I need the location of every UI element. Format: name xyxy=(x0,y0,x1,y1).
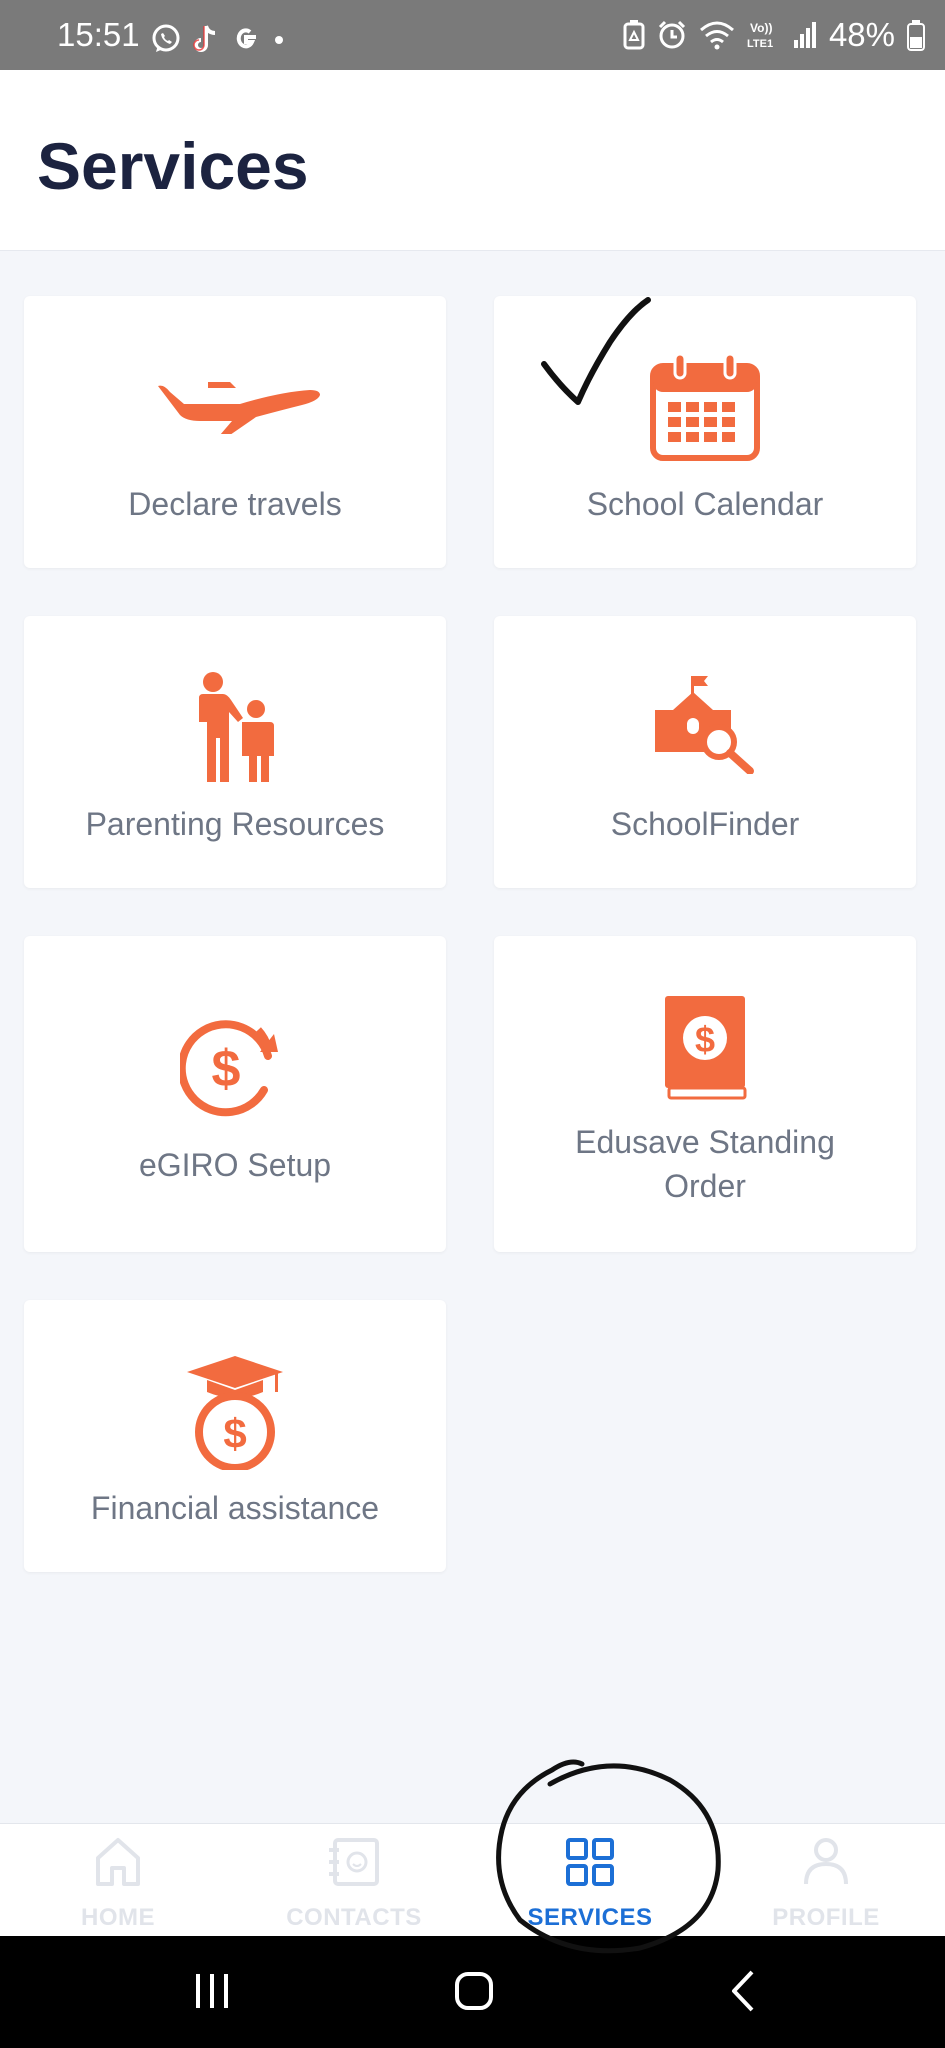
google-icon xyxy=(236,28,256,49)
profile-icon xyxy=(804,1838,848,1885)
home-icon xyxy=(96,1838,140,1886)
nav-label: HOME xyxy=(81,1904,155,1931)
calendar-icon xyxy=(650,352,760,461)
contacts-icon xyxy=(329,1838,379,1886)
volte-icon: Vo)) LTE1 xyxy=(747,21,773,50)
svg-text:$: $ xyxy=(212,1040,241,1098)
nav-label: CONTACTS xyxy=(286,1904,422,1931)
status-time: 15:51 xyxy=(57,16,140,53)
service-label: Parenting Resources xyxy=(85,806,385,842)
nav-label: SERVICES xyxy=(527,1904,653,1931)
page-title: Services xyxy=(37,129,309,203)
notification-dot-icon xyxy=(275,36,283,44)
page-header: Services xyxy=(0,70,945,251)
nav-services[interactable]: SERVICES xyxy=(472,1824,708,1937)
service-label: eGIRO Setup xyxy=(138,1147,332,1183)
nav-label: PROFILE xyxy=(772,1904,880,1931)
service-label: Financial assistance xyxy=(90,1490,380,1526)
service-card-declare-travels[interactable]: Declare travels xyxy=(24,296,446,568)
service-card-school-calendar[interactable]: School Calendar xyxy=(494,296,916,568)
service-label: School Calendar xyxy=(586,486,824,522)
tiktok-icon xyxy=(193,25,216,52)
wifi-icon xyxy=(699,21,734,50)
grid-icon xyxy=(566,1838,614,1886)
battery-percent: 48% xyxy=(828,16,895,53)
service-card-schoolfinder[interactable]: SchoolFinder xyxy=(494,616,916,888)
home-button[interactable] xyxy=(452,1966,496,2016)
status-bar: 15:51 Vo)) LTE1 48% xyxy=(0,0,945,70)
battery-saver-icon xyxy=(623,20,645,50)
nav-contacts[interactable]: CONTACTS xyxy=(236,1824,472,1937)
svg-text:LTE1: LTE1 xyxy=(747,38,773,50)
bottom-nav: HOME CONTACTS SERVICES PROFILE xyxy=(0,1823,945,1937)
svg-text:$: $ xyxy=(695,1019,715,1060)
svg-text:$: $ xyxy=(223,1410,246,1457)
whatsapp-icon xyxy=(152,24,180,52)
service-label: SchoolFinder xyxy=(610,806,800,842)
system-nav-bar xyxy=(0,1936,945,2048)
service-card-financial-assistance[interactable]: $ Financial assistance xyxy=(24,1300,446,1572)
nav-profile[interactable]: PROFILE xyxy=(708,1824,944,1937)
nav-home[interactable]: HOME xyxy=(0,1824,236,1937)
recurring-dollar-icon: $ xyxy=(180,1020,278,1117)
recents-button[interactable] xyxy=(190,1966,234,2016)
service-label: Edusave Standing Order xyxy=(575,1124,835,1204)
service-label: Declare travels xyxy=(128,486,342,522)
service-card-parenting-resources[interactable]: Parenting Resources xyxy=(24,616,446,888)
battery-icon xyxy=(907,20,925,51)
svg-text:Vo)): Vo)) xyxy=(750,21,772,35)
service-card-edusave-standing-order[interactable]: $ Edusave Standing Order xyxy=(494,936,916,1252)
back-button[interactable] xyxy=(722,1966,766,2016)
alarm-icon xyxy=(658,20,685,49)
airplane-icon xyxy=(158,382,320,434)
signal-icon xyxy=(793,22,816,48)
parent-child-icon xyxy=(199,672,274,782)
service-card-egiro-setup[interactable]: $ eGIRO Setup xyxy=(24,936,446,1252)
school-search-icon xyxy=(655,676,754,774)
graduation-money-bag-icon: $ xyxy=(187,1356,283,1470)
dollar-book-icon: $ xyxy=(665,996,747,1100)
